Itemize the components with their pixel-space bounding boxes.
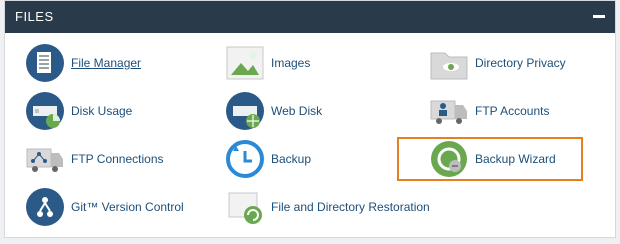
file-manager-label: File Manager <box>71 56 142 70</box>
git-version-control-label: Git™ Version Control <box>71 200 184 214</box>
backup-icon <box>225 139 265 179</box>
backup-link[interactable]: Backup <box>225 139 311 179</box>
disk-usage-label: Disk Usage <box>71 104 133 118</box>
disk-usage-icon <box>25 91 65 131</box>
images-link[interactable]: Images <box>225 43 310 83</box>
ftp-accounts-icon <box>429 91 469 131</box>
web-disk-link[interactable]: Web Disk <box>225 91 322 131</box>
panel-title: FILES <box>15 9 54 24</box>
directory-privacy-icon <box>429 43 469 83</box>
directory-privacy-link[interactable]: Directory Privacy <box>429 43 566 83</box>
file-dir-restoration-link[interactable]: File and Directory Restoration <box>225 187 430 227</box>
images-icon <box>225 43 265 83</box>
ftp-connections-icon <box>25 139 65 179</box>
images-label: Images <box>271 56 311 70</box>
backup-label: Backup <box>271 152 312 166</box>
backup-wizard-link[interactable]: Backup Wizard <box>429 139 556 179</box>
collapse-icon[interactable] <box>593 15 605 18</box>
file-manager-link[interactable]: File Manager <box>25 43 141 83</box>
ftp-connections-label: FTP Connections <box>71 152 164 166</box>
ftp-accounts-link[interactable]: FTP Accounts <box>429 91 549 131</box>
web-disk-icon <box>225 91 265 131</box>
file-restoration-icon <box>225 187 265 227</box>
disk-usage-link[interactable]: Disk Usage <box>25 91 132 131</box>
directory-privacy-label: Directory Privacy <box>475 56 566 70</box>
web-disk-label: Web Disk <box>271 104 323 118</box>
git-icon <box>25 187 65 227</box>
backup-wizard-label: Backup Wizard <box>475 152 556 166</box>
files-panel: FILES File Manager Images Directory Priv… <box>4 0 616 238</box>
files-panel-header: FILES <box>5 1 615 33</box>
file-dir-restoration-label: File and Directory Restoration <box>271 200 430 214</box>
git-version-control-link[interactable]: Git™ Version Control <box>25 187 184 227</box>
ftp-connections-link[interactable]: FTP Connections <box>25 139 164 179</box>
file-manager-icon <box>25 43 65 83</box>
ftp-accounts-label: FTP Accounts <box>475 104 550 118</box>
backup-wizard-icon <box>429 139 469 179</box>
